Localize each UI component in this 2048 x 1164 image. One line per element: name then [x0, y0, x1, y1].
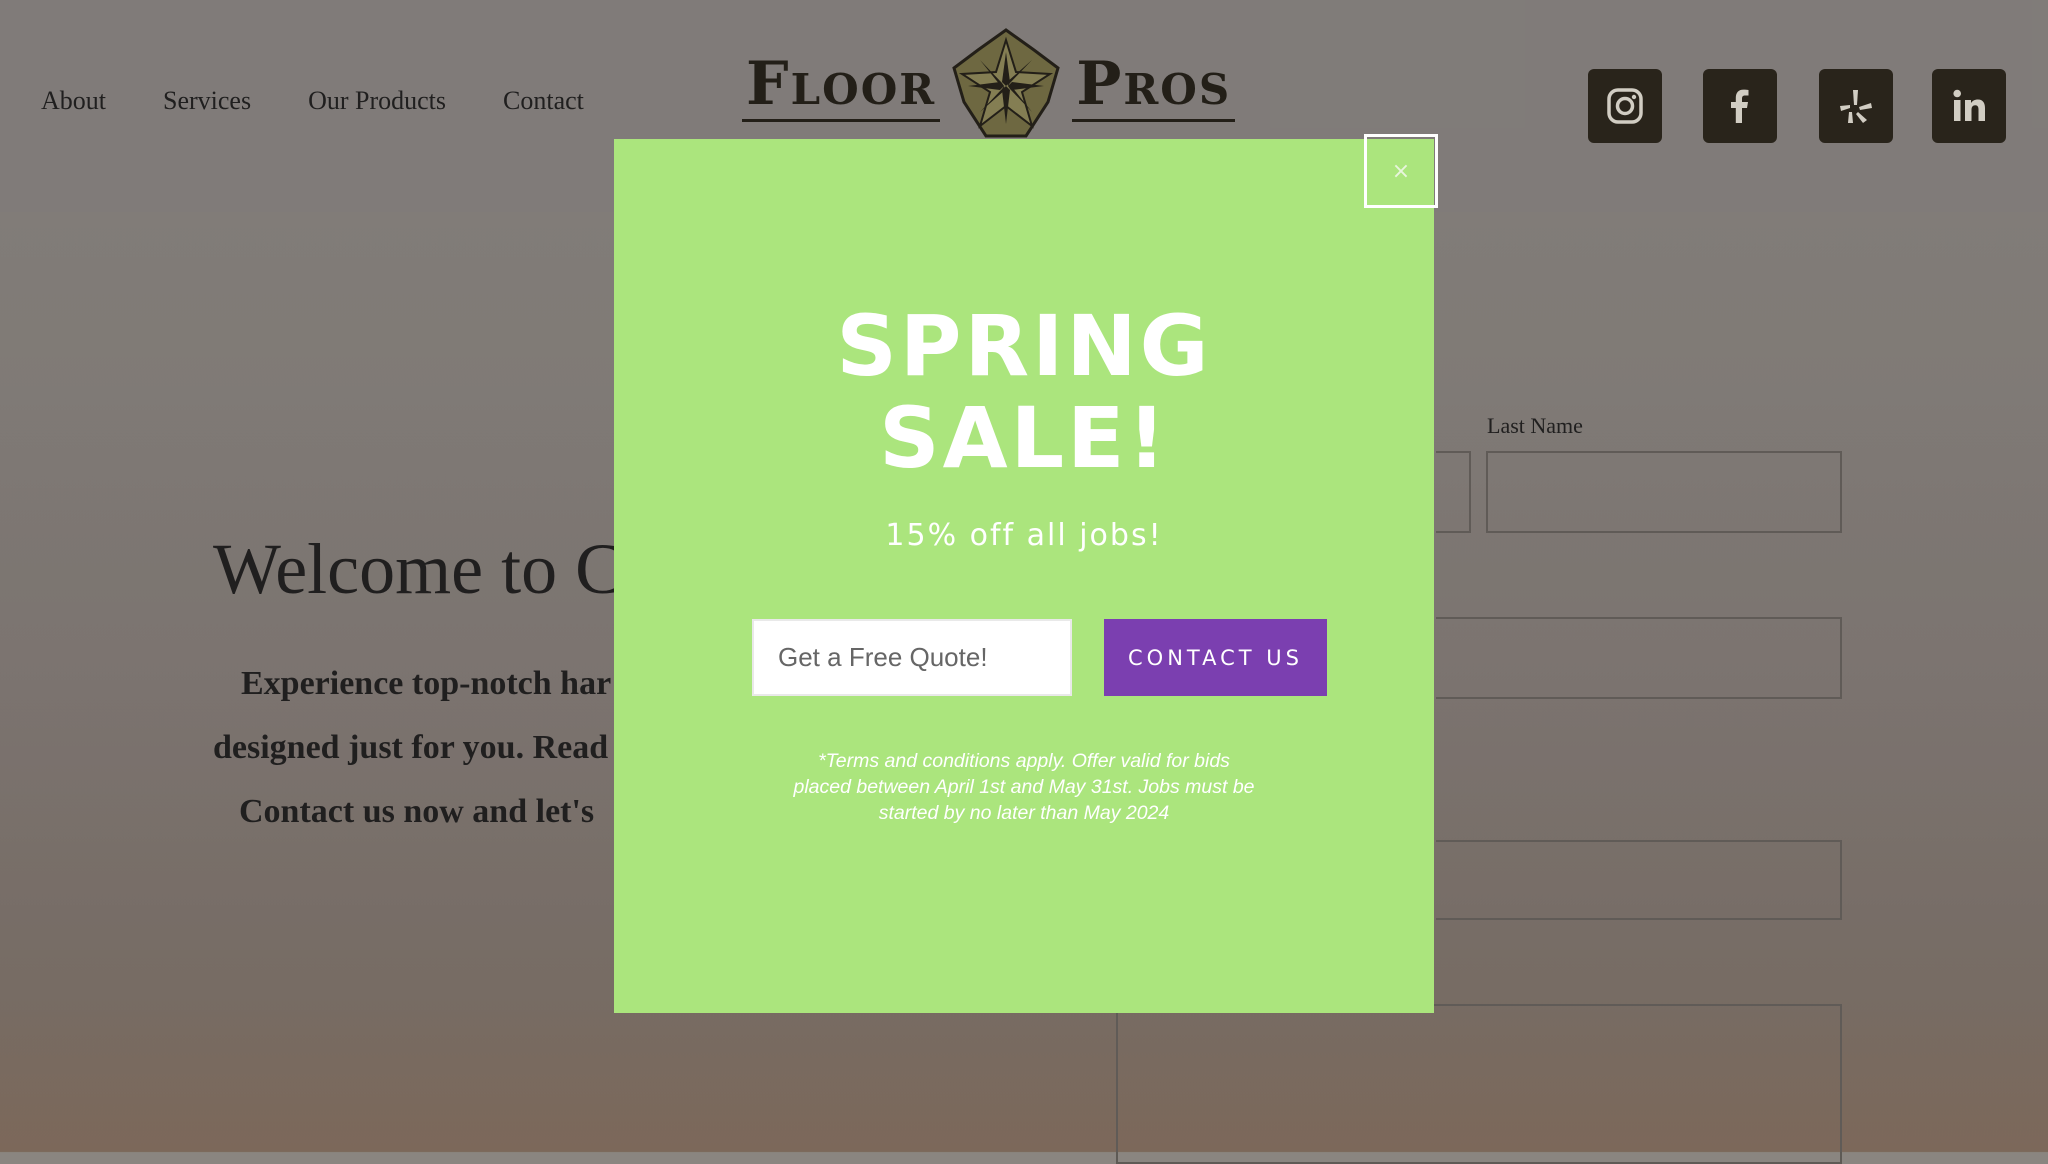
terms-text: *Terms and conditions apply. Offer valid…: [760, 748, 1288, 826]
terms-line: started by no later than May 2024: [878, 802, 1170, 824]
popup-title: SPRING SALE!: [614, 300, 1434, 484]
close-button[interactable]: ×: [1364, 134, 1438, 208]
quote-input[interactable]: [752, 619, 1072, 696]
popup-title-line: SALE!: [879, 389, 1169, 487]
popup-subtitle: 15% off all jobs!: [885, 518, 1163, 553]
popup-title-line: SPRING: [836, 297, 1212, 395]
terms-line: *Terms and conditions apply. Offer valid…: [818, 750, 1230, 772]
contact-us-button[interactable]: CONTACT US: [1104, 619, 1327, 696]
spring-sale-popup: [614, 139, 1434, 1013]
terms-line: placed between April 1st and May 31st. J…: [793, 776, 1255, 798]
